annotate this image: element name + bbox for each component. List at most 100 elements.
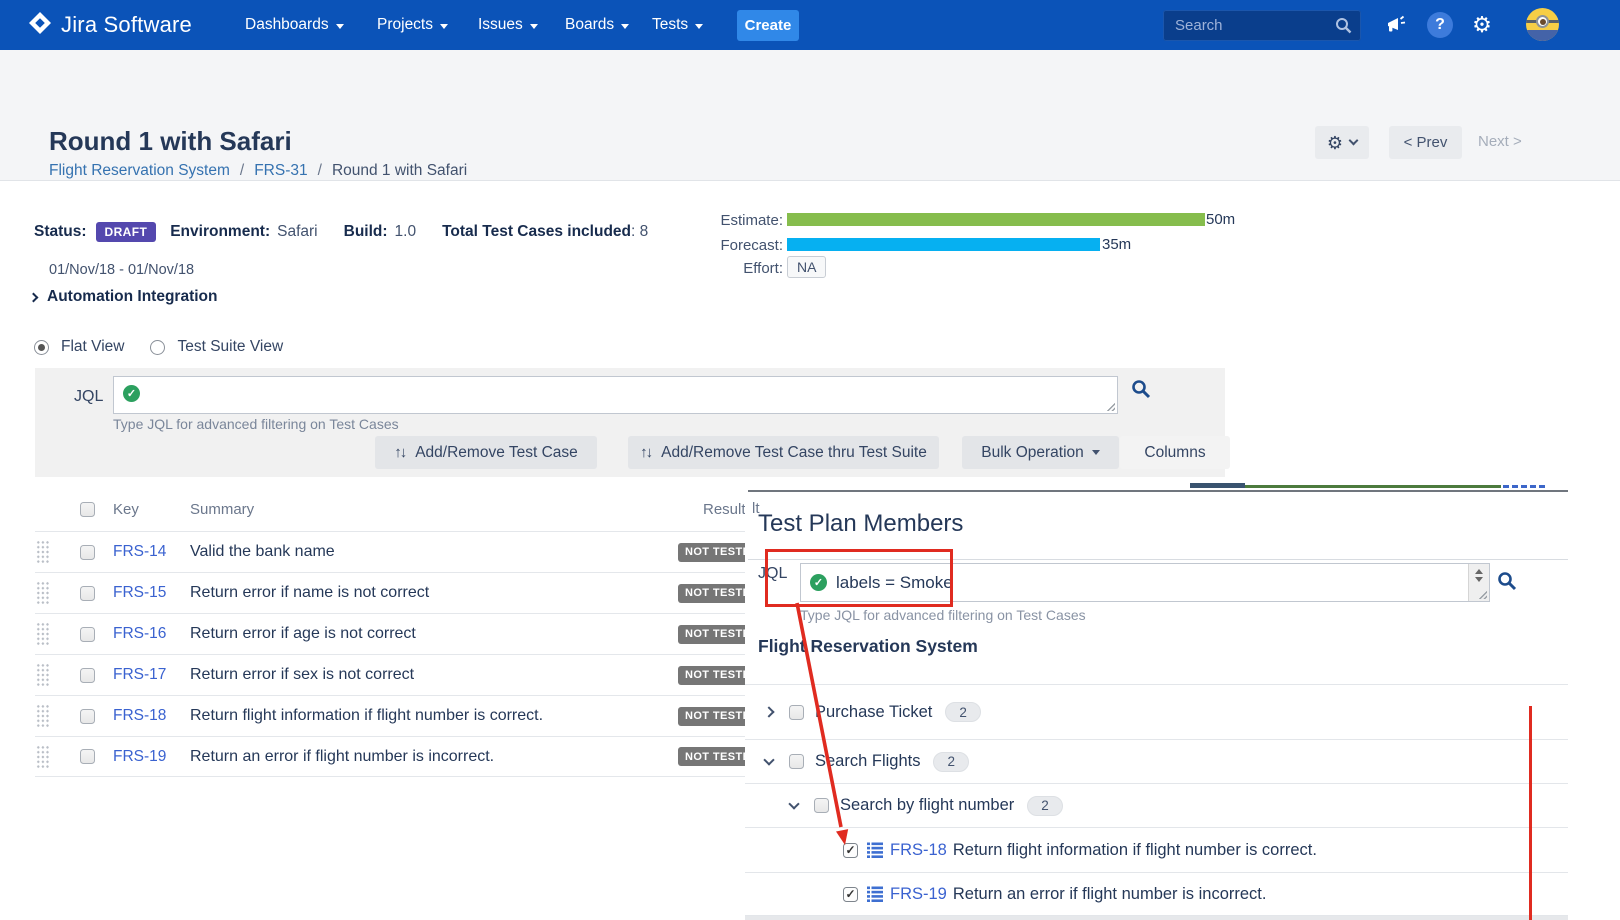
select-all-checkbox[interactable] bbox=[80, 502, 95, 517]
top-navbar: Jira Software Dashboards Projects Issues… bbox=[0, 0, 1620, 50]
jira-logo[interactable]: Jira Software bbox=[28, 0, 192, 50]
issue-summary: Valid the bank name bbox=[190, 543, 335, 561]
jira-diamond-icon bbox=[28, 11, 52, 40]
search-input[interactable] bbox=[1163, 10, 1361, 41]
issue-summary: Return flight information if flight numb… bbox=[190, 707, 543, 725]
test-suite-view-radio[interactable] bbox=[150, 340, 165, 355]
issue-summary: Return error if name is not correct bbox=[190, 584, 429, 602]
dialog-jql-search-button[interactable] bbox=[1497, 571, 1517, 596]
page-title: Round 1 with Safari bbox=[49, 126, 292, 157]
suite-label[interactable]: Search Flights bbox=[815, 752, 920, 771]
chevron-down-icon bbox=[621, 24, 629, 29]
chevron-down-icon[interactable] bbox=[763, 754, 774, 765]
case-checkbox-checked[interactable]: ✓ bbox=[843, 887, 858, 902]
issue-summary: Return error if age is not correct bbox=[190, 625, 416, 643]
testplan-settings-button[interactable]: ⚙ bbox=[1315, 126, 1369, 159]
issue-key-link[interactable]: FRS-19 bbox=[113, 748, 166, 766]
row-checkbox[interactable] bbox=[80, 627, 95, 642]
add-remove-testcase-suite-button[interactable]: ↑↓ Add/Remove Test Case thru Test Suite bbox=[628, 436, 939, 469]
add-remove-testcase-button[interactable]: ↑↓ Add/Remove Test Case bbox=[375, 436, 597, 469]
row-checkbox[interactable] bbox=[80, 668, 95, 683]
status-label: Status: bbox=[34, 223, 87, 241]
chevron-down-icon bbox=[530, 24, 538, 29]
estimate-value: 50m bbox=[1206, 211, 1235, 228]
nav-tests[interactable]: Tests bbox=[652, 0, 703, 50]
breadcrumb-issue-link[interactable]: FRS-31 bbox=[254, 162, 307, 180]
drag-handle-icon[interactable] bbox=[36, 540, 50, 564]
suite-label[interactable]: Search by flight number bbox=[840, 796, 1014, 815]
effort-label: Effort: bbox=[703, 260, 783, 277]
breadcrumb-project-link[interactable]: Flight Reservation System bbox=[49, 162, 230, 180]
test-suite-view-label: Test Suite View bbox=[177, 338, 283, 356]
drag-handle-icon[interactable] bbox=[36, 622, 50, 646]
test-suite-tree: Purchase Ticket 2 Search Flights 2 Searc… bbox=[745, 684, 1568, 916]
breadcrumb-separator: / bbox=[318, 162, 322, 180]
resize-handle[interactable] bbox=[1105, 401, 1115, 411]
chevron-right-icon bbox=[29, 292, 39, 302]
chevron-down-icon[interactable] bbox=[788, 798, 799, 809]
dialog-project-heading: Flight Reservation System bbox=[758, 636, 978, 657]
drag-handle-icon[interactable] bbox=[36, 745, 50, 769]
column-header-result: Result bbox=[703, 501, 746, 518]
case-key-link[interactable]: FRS-19 bbox=[890, 885, 947, 904]
issue-key-link[interactable]: FRS-17 bbox=[113, 666, 166, 684]
columns-button[interactable]: Columns bbox=[1120, 436, 1230, 469]
clipped-text-fragment bbox=[1503, 485, 1545, 488]
help-button[interactable]: ? bbox=[1424, 9, 1456, 41]
drag-handle-icon[interactable] bbox=[36, 581, 50, 605]
dialog-title: Test Plan Members bbox=[758, 510, 963, 538]
flat-view-radio[interactable] bbox=[34, 340, 49, 355]
automation-integration-toggle[interactable]: Automation Integration bbox=[30, 288, 218, 306]
search-icon bbox=[1131, 379, 1151, 399]
next-button[interactable]: Next > bbox=[1478, 133, 1522, 150]
nav-projects[interactable]: Projects bbox=[377, 0, 448, 50]
status-badge: DRAFT bbox=[96, 222, 157, 242]
drag-handle-icon[interactable] bbox=[36, 663, 50, 687]
breadcrumb: Flight Reservation System / FRS-31 / Rou… bbox=[49, 162, 467, 180]
suite-checkbox[interactable] bbox=[814, 798, 829, 813]
issue-key-link[interactable]: FRS-15 bbox=[113, 584, 166, 602]
suite-label[interactable]: Purchase Ticket bbox=[815, 703, 932, 722]
dialog-jql-input[interactable]: ✓ labels = Smoke bbox=[800, 563, 1490, 602]
dialog-footer-strip bbox=[745, 916, 1568, 920]
announcements-button[interactable] bbox=[1380, 9, 1412, 41]
dialog-jql-helper-text: Type JQL for advanced filtering on Test … bbox=[800, 607, 1086, 623]
suite-checkbox[interactable] bbox=[789, 705, 804, 720]
nav-issues[interactable]: Issues bbox=[478, 0, 538, 50]
textarea-scrollbar[interactable] bbox=[1468, 564, 1489, 601]
issue-key-link[interactable]: FRS-14 bbox=[113, 543, 166, 561]
suite-checkbox[interactable] bbox=[789, 754, 804, 769]
view-toggle: Flat View Test Suite View bbox=[34, 338, 297, 356]
search-icon bbox=[1335, 17, 1352, 34]
automation-label: Automation Integration bbox=[47, 288, 218, 306]
nav-search-box bbox=[1163, 10, 1361, 41]
row-checkbox[interactable] bbox=[80, 709, 95, 724]
effort-value: NA bbox=[787, 256, 826, 278]
case-key-link[interactable]: FRS-18 bbox=[890, 841, 947, 860]
drag-handle-icon[interactable] bbox=[36, 704, 50, 728]
issue-key-link[interactable]: FRS-16 bbox=[113, 625, 166, 643]
row-checkbox[interactable] bbox=[80, 545, 95, 560]
nav-boards[interactable]: Boards bbox=[565, 0, 629, 50]
issue-summary: Return error if sex is not correct bbox=[190, 666, 414, 684]
nav-dashboards[interactable]: Dashboards bbox=[245, 0, 344, 50]
build-value: 1.0 bbox=[395, 223, 417, 241]
jql-input[interactable]: ✓ bbox=[113, 376, 1118, 414]
avatar-overalls bbox=[1526, 30, 1559, 41]
create-button[interactable]: Create bbox=[737, 10, 799, 41]
row-checkbox[interactable] bbox=[80, 586, 95, 601]
prev-button[interactable]: < Prev bbox=[1389, 126, 1462, 159]
resize-handle[interactable] bbox=[1477, 589, 1487, 599]
row-checkbox[interactable] bbox=[80, 749, 95, 764]
tree-row-case: ✓ FRS-18 Return flight information if fl… bbox=[745, 827, 1568, 872]
jql-search-button[interactable] bbox=[1131, 379, 1151, 404]
settings-button[interactable]: ⚙ bbox=[1466, 9, 1498, 41]
issue-key-link[interactable]: FRS-18 bbox=[113, 707, 166, 725]
chevron-right-icon[interactable] bbox=[763, 706, 774, 717]
test-case-icon bbox=[867, 842, 883, 858]
chevron-down-icon bbox=[440, 24, 448, 29]
case-checkbox-checked[interactable]: ✓ bbox=[843, 843, 858, 858]
bulk-operation-button[interactable]: Bulk Operation bbox=[962, 436, 1119, 469]
user-avatar[interactable] bbox=[1526, 8, 1559, 41]
clipped-progressbar-fragment bbox=[1245, 485, 1501, 488]
